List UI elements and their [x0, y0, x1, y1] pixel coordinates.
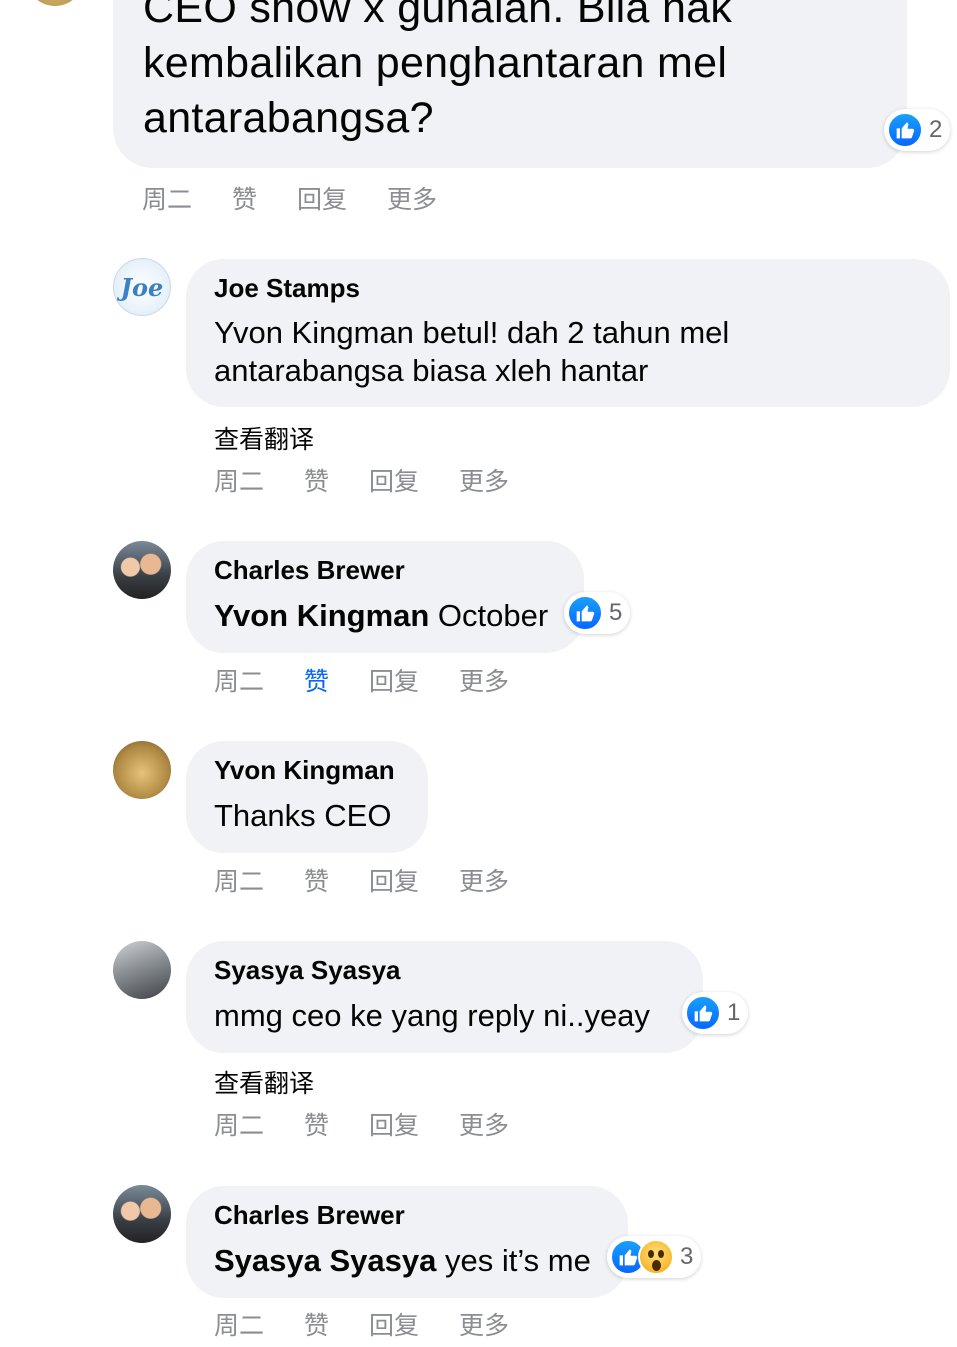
comment-actions: 周二 赞 回复 更多: [214, 1106, 549, 1142]
timestamp: 周二: [214, 1112, 265, 1140]
comment-actions: 周二 赞 回复 更多: [142, 180, 477, 216]
comment-body: October: [429, 598, 549, 633]
like-icon: [887, 112, 923, 148]
reaction-summary[interactable]: 3: [607, 1236, 702, 1278]
comment-author[interactable]: Charles Brewer: [214, 555, 405, 586]
more-button[interactable]: 更多: [459, 1106, 509, 1142]
like-icon: [685, 995, 721, 1031]
reply-button[interactable]: 回复: [369, 862, 419, 898]
comment-author[interactable]: Joe Stamps: [214, 273, 360, 304]
mention-link[interactable]: Yvon Kingman: [214, 598, 429, 633]
avatar-logo-text: Joe: [120, 272, 164, 302]
like-button[interactable]: 赞: [304, 1106, 329, 1142]
see-translation-link[interactable]: 查看翻译: [214, 1064, 314, 1100]
comment-actions: 周二 赞 回复 更多: [214, 462, 549, 498]
timestamp: 周二: [214, 468, 265, 496]
like-button[interactable]: 赞: [232, 180, 257, 216]
more-button[interactable]: 更多: [387, 180, 437, 216]
comment-author[interactable]: Syasya Syasya: [214, 955, 401, 986]
timestamp: 周二: [142, 186, 193, 214]
reaction-count: 1: [727, 999, 741, 1026]
reply-button[interactable]: 回复: [297, 180, 347, 216]
comment-text: CEO show x gunalah. Bila nak kembalikan …: [143, 0, 733, 142]
timestamp: 周二: [214, 668, 265, 696]
comment-author[interactable]: Yvon Kingman: [214, 755, 395, 786]
like-button[interactable]: 赞: [304, 862, 329, 898]
comment-actions: 周二 赞 回复 更多: [214, 1306, 549, 1342]
see-translation-link[interactable]: 查看翻译: [214, 420, 314, 456]
avatar[interactable]: [26, 0, 84, 6]
comment-text: Yvon Kingman betul! dah 2 tahun mel anta…: [214, 315, 730, 388]
avatar[interactable]: Joe: [113, 258, 171, 316]
reaction-count: 2: [929, 116, 943, 143]
comment-text: Syasya Syasya yes it’s me: [214, 1242, 591, 1280]
reply-button[interactable]: 回复: [369, 1306, 419, 1342]
like-button[interactable]: 赞: [304, 662, 329, 698]
reply-button[interactable]: 回复: [369, 1106, 419, 1142]
timestamp: 周二: [214, 868, 265, 896]
comment-body: yes it’s me: [436, 1243, 591, 1278]
reply-button[interactable]: 回复: [369, 662, 419, 698]
avatar[interactable]: [113, 1185, 171, 1243]
comment-text: Yvon Kingman October: [214, 597, 548, 635]
like-icon: [567, 595, 603, 631]
more-button[interactable]: 更多: [459, 862, 509, 898]
more-button[interactable]: 更多: [459, 1306, 509, 1342]
comment-author[interactable]: Charles Brewer: [214, 1200, 405, 1231]
wow-icon: [638, 1239, 674, 1275]
like-button[interactable]: 赞: [304, 462, 329, 498]
comment-text: Thanks CEO: [214, 798, 392, 833]
reaction-summary[interactable]: 5: [564, 592, 631, 634]
more-button[interactable]: 更多: [459, 662, 509, 698]
reaction-summary[interactable]: 2: [884, 109, 951, 151]
timestamp: 周二: [214, 1312, 265, 1340]
like-button[interactable]: 赞: [304, 1306, 329, 1342]
avatar[interactable]: [113, 741, 171, 799]
avatar[interactable]: [113, 541, 171, 599]
comment-actions: 周二 赞 回复 更多: [214, 662, 549, 698]
reaction-count: 3: [680, 1243, 694, 1270]
reaction-summary[interactable]: 1: [682, 992, 749, 1034]
reaction-count: 5: [609, 599, 623, 626]
mention-link[interactable]: Syasya Syasya: [214, 1243, 436, 1278]
comments-page: CEO show x gunalah. Bila nak kembalikan …: [0, 0, 957, 1347]
comment-text: mmg ceo ke yang reply ni..yeay: [214, 998, 650, 1033]
more-button[interactable]: 更多: [459, 462, 509, 498]
comment-actions: 周二 赞 回复 更多: [214, 862, 549, 898]
reply-button[interactable]: 回复: [369, 462, 419, 498]
avatar[interactable]: [113, 941, 171, 999]
